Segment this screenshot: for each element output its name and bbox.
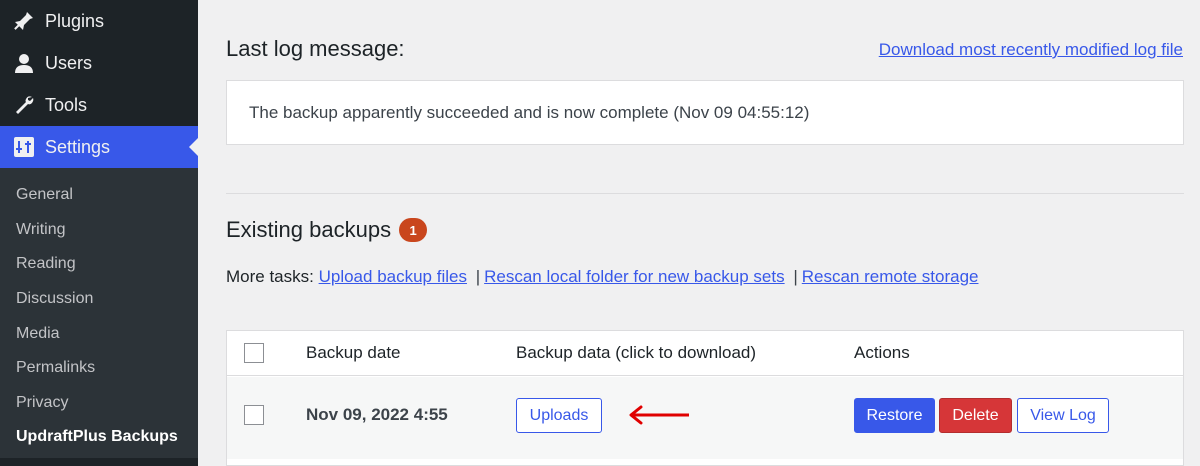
menu-label: Tools <box>45 94 88 115</box>
column-header-actions: Actions <box>854 343 910 362</box>
menu-item-users[interactable]: Users <box>0 42 198 84</box>
log-message: The backup apparently succeeded and is n… <box>249 102 810 122</box>
delete-button[interactable]: Delete <box>939 398 1012 433</box>
select-all-checkbox[interactable] <box>244 343 264 363</box>
column-header-date: Backup date <box>306 343 401 362</box>
separator: | <box>793 267 798 286</box>
plugin-icon <box>12 9 36 33</box>
wrench-icon <box>12 93 36 117</box>
restore-button[interactable]: Restore <box>854 398 935 433</box>
uploads-download-button[interactable]: Uploads <box>516 398 602 433</box>
submenu-item-media[interactable]: Media <box>0 316 198 351</box>
submenu-item-general[interactable]: General <box>0 178 198 213</box>
rescan-remote-storage-link[interactable]: Rescan remote storage <box>802 267 979 286</box>
existing-backups-heading: Existing backups 1 <box>226 217 428 243</box>
backups-table: Backup date Backup data (click to downlo… <box>226 330 1184 466</box>
arrow-left-icon <box>627 403 691 432</box>
submenu-item-updraftplus[interactable]: UpdraftPlus Backups <box>0 420 198 455</box>
menu-item-settings[interactable]: Settings <box>0 126 198 168</box>
menu-label: Users <box>45 52 93 73</box>
submenu-item-reading[interactable]: Reading <box>0 247 198 282</box>
menu-item-plugins[interactable]: Plugins <box>0 0 198 42</box>
view-log-button[interactable]: View Log <box>1017 398 1109 433</box>
rescan-local-folder-link[interactable]: Rescan local folder for new backup sets <box>484 267 785 286</box>
main-content: Last log message: Download most recently… <box>198 0 1200 466</box>
row-checkbox[interactable] <box>244 405 264 425</box>
existing-backups-title: Existing backups <box>226 217 392 242</box>
menu-label: Settings <box>45 136 111 157</box>
settings-icon <box>12 135 36 159</box>
submenu-item-privacy[interactable]: Privacy <box>0 386 198 421</box>
log-heading: Last log message: <box>226 36 405 61</box>
user-icon <box>12 51 36 75</box>
download-log-link[interactable]: Download most recently modified log file <box>879 40 1183 60</box>
admin-sidebar: Plugins Users Tools Settings General Wri… <box>0 0 198 466</box>
settings-submenu: General Writing Reading Discussion Media… <box>0 168 198 458</box>
submenu-item-writing[interactable]: Writing <box>0 213 198 248</box>
submenu-item-discussion[interactable]: Discussion <box>0 282 198 317</box>
log-message-box: The backup apparently succeeded and is n… <box>226 80 1184 145</box>
menu-label: Plugins <box>45 10 105 31</box>
more-tasks: More tasks: Upload backup files | Rescan … <box>226 267 978 287</box>
submenu-item-permalinks[interactable]: Permalinks <box>0 351 198 386</box>
divider <box>226 193 1184 194</box>
backup-count-badge: 1 <box>399 218 428 242</box>
more-tasks-label: More tasks: <box>226 267 314 286</box>
upload-backup-files-link[interactable]: Upload backup files <box>319 267 467 286</box>
backup-date: Nov 09, 2022 4:55 <box>306 405 448 424</box>
table-header-row: Backup date Backup data (click to downlo… <box>227 331 1183 376</box>
separator: | <box>475 267 481 286</box>
column-header-data: Backup data (click to download) <box>516 343 757 362</box>
table-row: Nov 09, 2022 4:55 Uploads Restore Delete… <box>227 377 1183 459</box>
menu-item-tools[interactable]: Tools <box>0 84 198 126</box>
